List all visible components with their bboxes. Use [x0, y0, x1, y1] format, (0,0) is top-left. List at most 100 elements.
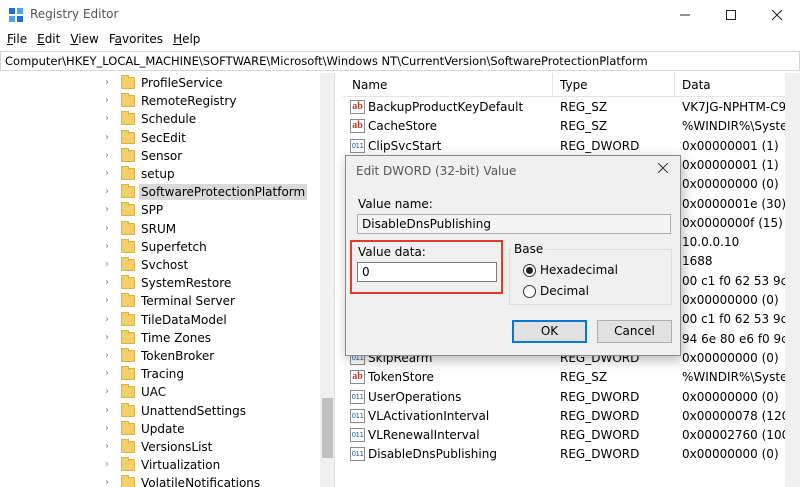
column-name-header[interactable]: Name [352, 78, 387, 92]
list-scrollbar[interactable] [785, 73, 800, 487]
folder-icon [121, 275, 135, 290]
tree-item[interactable]: › Schedule [0, 110, 320, 128]
tree-item[interactable]: › TileDataModel [0, 311, 320, 329]
tree-scroll-thumb[interactable] [322, 398, 333, 458]
chevron-right-icon[interactable]: › [105, 313, 115, 327]
chevron-right-icon[interactable]: › [105, 276, 115, 290]
column-divider[interactable] [674, 73, 675, 97]
value-data: 00 c1 f0 62 53 9c 02 [682, 273, 800, 288]
tree-scrollbar[interactable] [320, 73, 334, 487]
tree-item-label: TileDataModel [141, 312, 227, 327]
chevron-right-icon[interactable]: › [105, 185, 115, 199]
chevron-right-icon[interactable]: › [105, 331, 115, 345]
tree-item[interactable]: › Superfetch [0, 238, 320, 256]
chevron-right-icon[interactable]: › [105, 422, 115, 436]
value-data: 0x0000000f (15) [682, 215, 783, 230]
value-row[interactable]: 011 VLActivationInterval REG_DWORD 0x000000… [343, 407, 800, 426]
value-row[interactable]: ab TokenStore REG_SZ %WINDIR%\Syster [343, 368, 800, 387]
tree-item[interactable]: › Update [0, 420, 320, 438]
value-row[interactable]: 011 UserOperations REG_DWORD 0x00000000 (0) [343, 388, 800, 407]
close-button[interactable] [754, 0, 800, 30]
chevron-right-icon[interactable]: › [105, 94, 115, 108]
tree-item[interactable]: › Virtualization [0, 456, 320, 474]
tree-item[interactable]: › VersionsList [0, 438, 320, 456]
tree-item-label: Schedule [141, 112, 197, 127]
cancel-button[interactable]: Cancel [597, 320, 672, 343]
value-row[interactable]: ab BackupProductKeyDefault REG_SZ VK7JG-NPH… [343, 98, 800, 117]
value-data: 0x00000000 (0) [682, 350, 779, 365]
hexadecimal-label[interactable]: Hexadecimal [540, 263, 618, 277]
menu-file[interactable]: File [2, 30, 32, 50]
address-bar[interactable]: Computer\HKEY_LOCAL_MACHINE\SOFTWARE\Mic… [0, 51, 800, 71]
maximize-button[interactable] [708, 0, 754, 30]
minimize-button[interactable] [662, 0, 708, 30]
value-row[interactable]: 011 VLRenewalInterval REG_DWORD 0x00002760 … [343, 426, 800, 445]
chevron-right-icon[interactable]: › [105, 458, 115, 472]
value-row[interactable]: 011 DisableDnsPublishing REG_DWORD 0x000000… [343, 445, 800, 464]
tree-item[interactable]: › RemoteRegistry [0, 92, 320, 110]
value-type: REG_DWORD [560, 138, 640, 153]
value-name: VLRenewalInterval [368, 428, 480, 443]
menu-help[interactable]: Help [168, 30, 205, 50]
chevron-right-icon[interactable]: › [105, 258, 115, 272]
value-name-field[interactable]: DisableDnsPublishing [357, 214, 671, 234]
key-tree[interactable]: › VolatileNotifications › Virtualization › Ve… [0, 73, 335, 487]
decimal-label[interactable]: Decimal [540, 284, 589, 298]
window-title: Registry Editor [30, 7, 119, 21]
column-type-header[interactable]: Type [560, 78, 588, 92]
value-data-input[interactable]: 0 [357, 262, 497, 282]
chevron-right-icon[interactable]: › [105, 167, 115, 181]
menu-view[interactable]: View [65, 30, 103, 50]
value-type: REG_DWORD [560, 428, 640, 443]
chevron-right-icon[interactable]: › [105, 349, 115, 363]
chevron-right-icon[interactable]: › [105, 149, 115, 163]
tree-item[interactable]: › TokenBroker [0, 347, 320, 365]
value-name: DisableDnsPublishing [368, 447, 497, 462]
chevron-right-icon[interactable]: › [105, 294, 115, 308]
value-row[interactable]: ab CacheStore REG_SZ %WINDIR%\Syster [343, 117, 800, 136]
tree-item[interactable]: › SRUM [0, 220, 320, 238]
string-value-icon: ab [350, 100, 365, 114]
column-divider[interactable] [552, 73, 553, 97]
value-data: 0x00000000 (0) [682, 447, 779, 462]
tree-item[interactable]: › Time Zones [0, 329, 320, 347]
tree-item[interactable]: › SecEdit [0, 129, 320, 147]
chevron-right-icon[interactable]: › [105, 131, 115, 145]
radio-decimal[interactable] [523, 285, 536, 298]
tree-item-label: setup [141, 167, 175, 181]
folder-icon [121, 220, 135, 235]
value-data: 0x00000000 (0) [682, 293, 779, 307]
tree-item[interactable]: › UnattendSettings [0, 402, 320, 420]
tree-item[interactable]: › SPP [0, 201, 320, 219]
chevron-right-icon[interactable]: › [105, 404, 115, 418]
tree-item[interactable]: › SystemRestore [0, 274, 320, 292]
chevron-right-icon[interactable]: › [105, 367, 115, 381]
tree-item-label: SystemRestore [141, 276, 232, 291]
tree-item[interactable]: › setup [0, 165, 320, 183]
chevron-right-icon[interactable]: › [105, 476, 115, 487]
chevron-right-icon[interactable]: › [105, 240, 115, 254]
chevron-right-icon[interactable]: › [105, 222, 115, 236]
tree-item[interactable]: › ProfileService [0, 74, 320, 92]
tree-item[interactable]: › UAC [0, 383, 320, 401]
chevron-right-icon[interactable]: › [105, 76, 115, 90]
binary-value-icon: 011 [350, 138, 365, 153]
tree-item[interactable]: › SoftwareProtectionPlatform [0, 183, 320, 201]
tree-item[interactable]: › Svchost [0, 256, 320, 274]
chevron-right-icon[interactable]: › [105, 440, 115, 454]
chevron-right-icon[interactable]: › [105, 385, 115, 399]
menu-favorites[interactable]: Favorites [104, 30, 168, 50]
dialog-close-button[interactable] [657, 161, 669, 177]
ok-button[interactable]: OK [512, 320, 587, 343]
column-data-header[interactable]: Data [682, 78, 711, 92]
tree-item[interactable]: › Terminal Server [0, 292, 320, 310]
folder-icon [121, 457, 135, 472]
chevron-right-icon[interactable]: › [105, 203, 115, 217]
tree-item[interactable]: › VolatileNotifications [0, 474, 320, 487]
tree-item[interactable]: › Sensor [0, 147, 320, 165]
radio-hexadecimal[interactable] [523, 264, 536, 277]
menu-edit[interactable]: Edit [32, 30, 65, 50]
chevron-right-icon[interactable]: › [105, 112, 115, 126]
value-row[interactable]: 011 ClipSvcStart REG_DWORD 0x00000001 (1) [343, 137, 800, 156]
tree-item[interactable]: › Tracing [0, 365, 320, 383]
